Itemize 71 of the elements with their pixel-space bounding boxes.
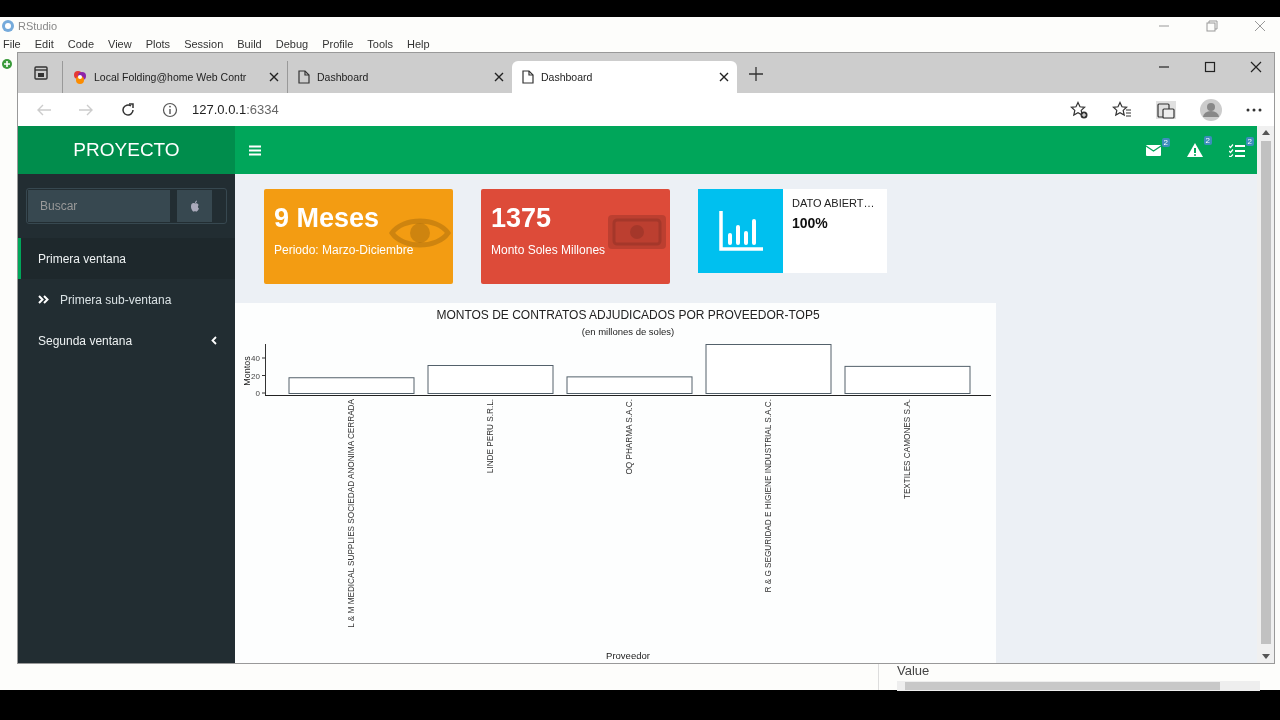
tick-label: 20 <box>251 371 260 381</box>
add-favorite-icon[interactable] <box>1070 100 1088 119</box>
menu-item[interactable]: Debug <box>275 37 309 50</box>
category-label: TEXTILES CAMONES S.A. <box>903 399 912 500</box>
category-label: R & G SEGURIDAD E HIGIENE INDUSTRIAL S.A.C. <box>764 399 773 593</box>
box-caption: Monto Soles Millones <box>491 243 607 257</box>
box-caption: DATO ABIERT… <box>792 197 875 209</box>
close-icon[interactable] <box>269 72 279 82</box>
tick-label: 0 <box>255 389 260 398</box>
task-list-icon[interactable] <box>1229 143 1245 157</box>
count-badge: 2 <box>1245 136 1254 146</box>
profile-icon[interactable] <box>1200 98 1222 121</box>
close-icon[interactable] <box>1250 61 1262 73</box>
pane-label: Value <box>897 665 931 677</box>
menu-item[interactable]: File <box>3 37 21 50</box>
menu-icon[interactable] <box>249 144 261 156</box>
count-badge: 2 <box>1161 137 1170 147</box>
sidebar-item[interactable]: Primera ventana <box>18 238 235 279</box>
scrollbar[interactable] <box>897 681 1260 691</box>
mail-icon[interactable] <box>1146 144 1161 156</box>
menu-item[interactable]: Tools <box>367 37 394 50</box>
menu-item[interactable]: Session <box>184 37 224 50</box>
chevron-left-icon <box>211 336 217 345</box>
warning-icon[interactable] <box>1187 143 1203 157</box>
category-label: LINDE PERU S.R.L. <box>486 399 495 474</box>
page-icon <box>522 70 534 84</box>
menu-item[interactable]: Edit <box>34 37 54 50</box>
browser-tab[interactable]: Dashboard <box>512 61 737 93</box>
scroll-up-icon[interactable] <box>1261 130 1270 135</box>
window-title: RStudio <box>18 19 58 32</box>
close-icon[interactable] <box>494 72 504 82</box>
new-tab-icon[interactable] <box>749 67 763 81</box>
browser-tab[interactable]: Local Folding@home Web Contr <box>62 61 287 93</box>
axis-title: Proveedor <box>606 650 650 661</box>
axis-title: Montos <box>242 356 252 386</box>
chart-title: MONTOS DE CONTRATOS ADJUDICADOS POR PROVEEDOR-TOP5 <box>436 308 820 322</box>
tick-label: 40 <box>251 354 260 363</box>
scroll-down-icon[interactable] <box>1261 654 1270 659</box>
site-icon <box>73 70 87 84</box>
category-label: L & M MEDICAL SUPPLIES SOCIEDAD ANONIMA CERRADA <box>347 399 356 628</box>
logo[interactable]: PROYECTO <box>18 126 235 174</box>
sidebar-item[interactable]: Segunda ventana <box>18 320 235 361</box>
menu-item[interactable]: View <box>108 37 132 50</box>
favorites-icon[interactable] <box>1112 100 1132 119</box>
category-label: OQ PHARMA S.A.C. <box>625 399 634 475</box>
collections-icon[interactable] <box>1156 100 1176 119</box>
add-icon[interactable] <box>2 59 12 69</box>
menu-item[interactable]: Help <box>407 37 430 50</box>
box-caption: Periodo: Marzo-Diciembre <box>274 243 415 257</box>
double-chevron-icon <box>38 295 49 304</box>
bar-chart-icon <box>718 211 763 251</box>
menu-item[interactable]: Code <box>67 37 94 50</box>
scrollbar[interactable] <box>1257 126 1274 663</box>
banknote-icon <box>606 213 668 251</box>
count-badge: 2 <box>1203 136 1212 145</box>
box-value: 1375 <box>491 202 552 235</box>
menu-item[interactable]: Build <box>237 37 262 50</box>
box-value: 100% <box>792 215 829 231</box>
close-icon[interactable] <box>719 72 729 82</box>
menu-item[interactable]: Plots <box>145 37 171 50</box>
more-icon[interactable] <box>1246 107 1262 112</box>
info-icon[interactable] <box>162 101 178 118</box>
maximize-icon[interactable] <box>1204 61 1216 73</box>
refresh-icon[interactable] <box>120 101 136 118</box>
chart-subtitle: (en millones de soles) <box>581 326 675 337</box>
sidebar-item[interactable]: Primera sub-ventana <box>18 279 235 320</box>
y-axis <box>261 343 266 396</box>
tab-actions-icon[interactable] <box>34 66 48 80</box>
menu-item[interactable]: Profile <box>322 37 354 50</box>
box-value: 9 Meses <box>274 202 380 235</box>
page-icon <box>298 70 310 84</box>
